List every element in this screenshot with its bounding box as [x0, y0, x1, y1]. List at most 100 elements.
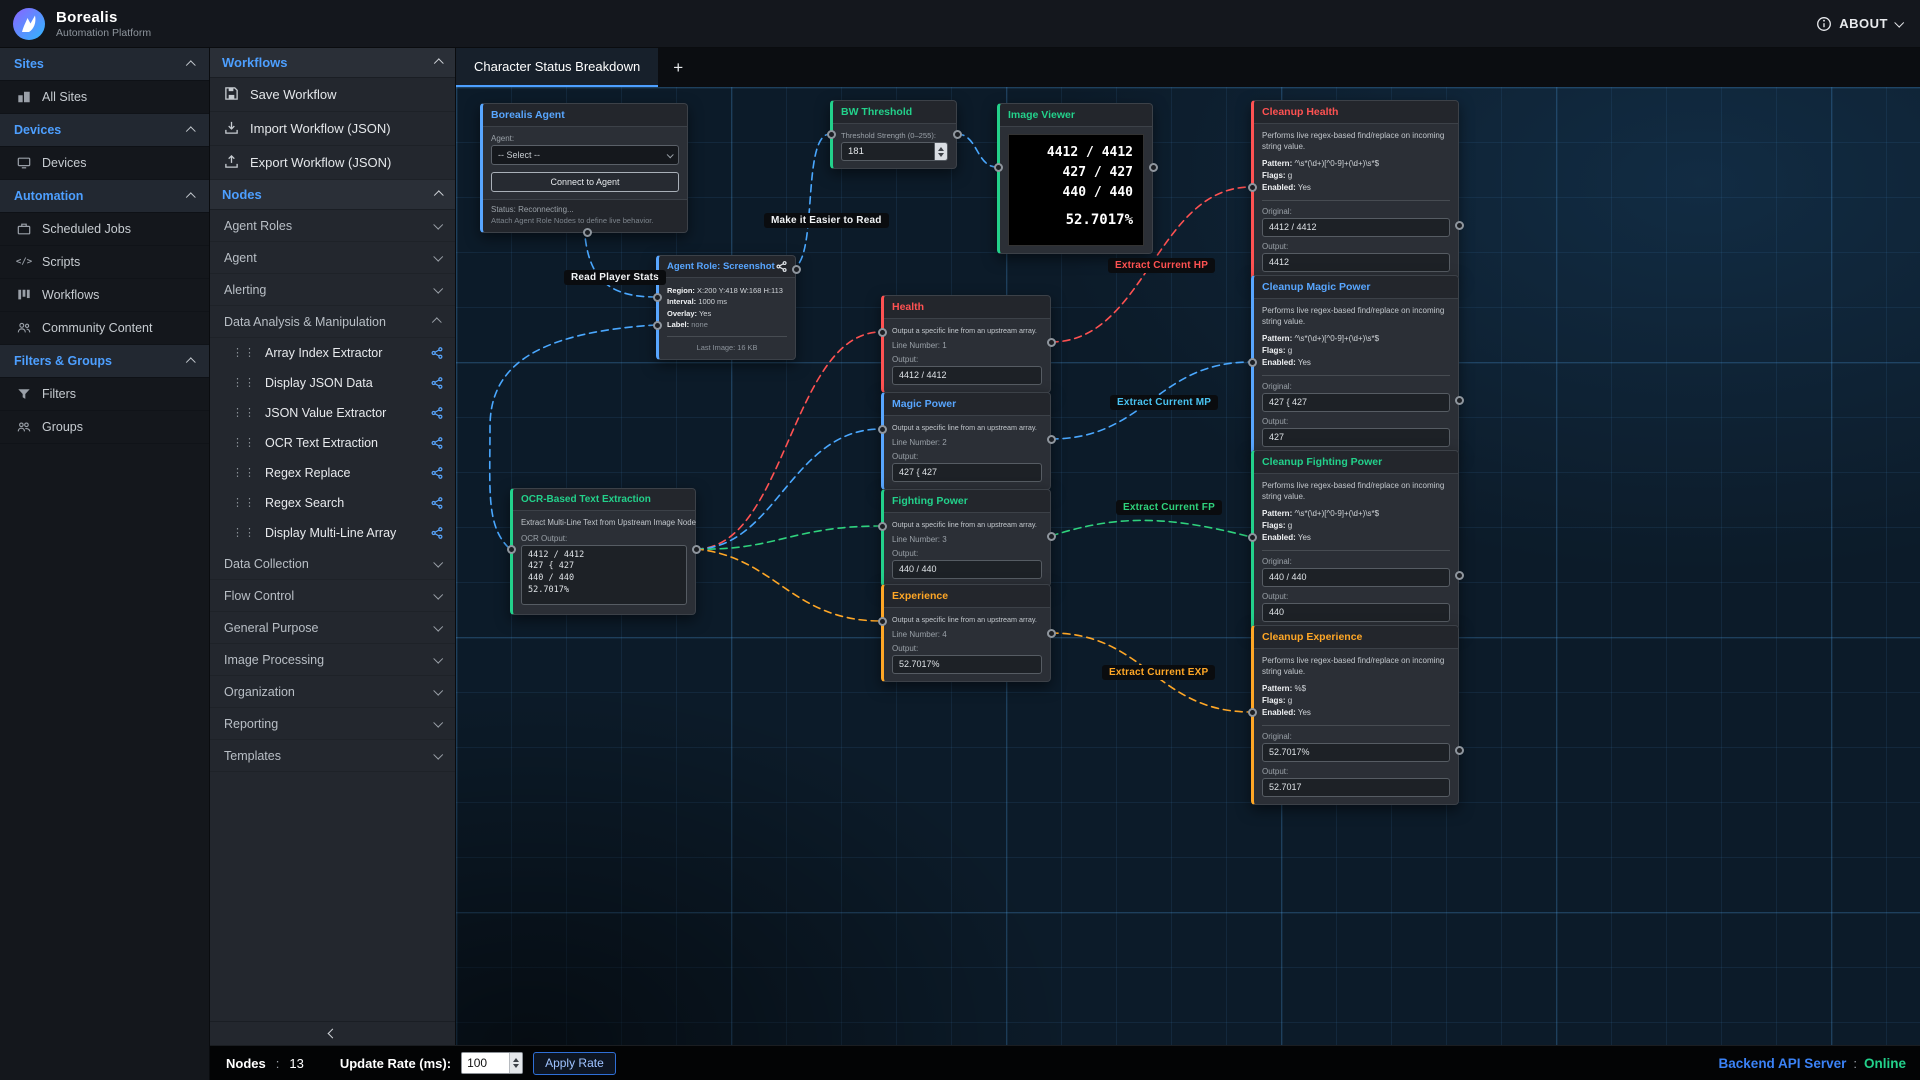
node-template-display-multi-line-array[interactable]: ⋮⋮ Display Multi-Line Array — [210, 518, 455, 548]
output-port[interactable] — [1149, 163, 1158, 172]
input-port[interactable] — [994, 163, 1003, 172]
sidebar-item-scheduled-jobs[interactable]: Scheduled Jobs — [0, 213, 209, 246]
input-port[interactable] — [1248, 708, 1257, 717]
output-port[interactable] — [792, 265, 801, 274]
output-field[interactable] — [892, 655, 1042, 674]
output-port[interactable] — [1455, 221, 1464, 230]
sidebar-item-community-content[interactable]: Community Content — [0, 312, 209, 345]
category-templates[interactable]: Templates — [210, 740, 455, 772]
node-cleanup-fighting-power[interactable]: Cleanup Fighting Power Performs live reg… — [1251, 450, 1459, 630]
category-image-processing[interactable]: Image Processing — [210, 644, 455, 676]
number-stepper[interactable] — [509, 1053, 522, 1073]
node-fighting-power[interactable]: Fighting Power Output a specific line fr… — [881, 489, 1051, 587]
node-ocr-text-extraction[interactable]: OCR-Based Text Extraction Extract Multi-… — [510, 488, 696, 615]
share-icon[interactable] — [776, 261, 787, 272]
import-workflow-button[interactable]: Import Workflow (JSON) — [210, 112, 455, 146]
output-port[interactable] — [1047, 435, 1056, 444]
output-field[interactable] — [892, 560, 1042, 579]
output-port[interactable] — [1455, 746, 1464, 755]
node-template-regex-replace[interactable]: ⋮⋮ Regex Replace — [210, 458, 455, 488]
node-cleanup-experience[interactable]: Cleanup Experience Performs live regex-b… — [1251, 625, 1459, 805]
output-field[interactable] — [892, 366, 1042, 385]
node-agent-role-screenshot[interactable]: Agent Role: Screenshot Region: X:200 Y:4… — [656, 255, 796, 360]
output-port[interactable] — [1047, 532, 1056, 541]
node-cleanup-health[interactable]: Cleanup Health Performs live regex-based… — [1251, 100, 1459, 280]
sidebar-item-devices[interactable]: Devices — [0, 147, 209, 180]
output-port[interactable] — [583, 228, 592, 237]
category-flow-control[interactable]: Flow Control — [210, 580, 455, 612]
output-field[interactable] — [892, 463, 1042, 482]
output-port[interactable] — [1047, 338, 1056, 347]
input-port[interactable] — [1248, 358, 1257, 367]
input-port[interactable] — [1248, 183, 1257, 192]
original-field[interactable] — [1262, 218, 1450, 237]
output-field[interactable] — [1262, 428, 1450, 447]
category-general-purpose[interactable]: General Purpose — [210, 612, 455, 644]
input-port[interactable] — [507, 545, 516, 554]
node-experience[interactable]: Experience Output a specific line from a… — [881, 584, 1051, 682]
node-bw-threshold[interactable]: BW Threshold Threshold Strength (0–255): — [830, 100, 957, 169]
node-template-ocr-text-extraction[interactable]: ⋮⋮ OCR Text Extraction — [210, 428, 455, 458]
node-borealis-agent[interactable]: Borealis Agent Agent: -- Select -- Conne… — [480, 103, 688, 233]
node-template-display-json-data[interactable]: ⋮⋮ Display JSON Data — [210, 368, 455, 398]
threshold-input[interactable] — [842, 143, 934, 160]
input-port[interactable] — [878, 425, 887, 434]
input-port[interactable] — [827, 130, 836, 139]
output-field[interactable] — [1262, 778, 1450, 797]
nav-section-automation[interactable]: Automation — [0, 180, 209, 213]
original-field[interactable] — [1262, 568, 1450, 587]
node-template-regex-search[interactable]: ⋮⋮ Regex Search — [210, 488, 455, 518]
workflow-canvas[interactable]: Borealis Agent Agent: -- Select -- Conne… — [456, 87, 1920, 1045]
output-port[interactable] — [1047, 629, 1056, 638]
output-port[interactable] — [1455, 396, 1464, 405]
category-reporting[interactable]: Reporting — [210, 708, 455, 740]
node-health[interactable]: Health Output a specific line from an up… — [881, 295, 1051, 393]
node-image-viewer[interactable]: Image Viewer 4412 / 4412 427 / 427 440 /… — [997, 103, 1153, 254]
output-port[interactable] — [1455, 571, 1464, 580]
category-data-collection[interactable]: Data Collection — [210, 548, 455, 580]
sidebar-item-workflows[interactable]: Workflows — [0, 279, 209, 312]
number-stepper[interactable] — [934, 143, 947, 160]
export-workflow-button[interactable]: Export Workflow (JSON) — [210, 146, 455, 180]
input-port[interactable] — [653, 293, 662, 302]
node-cleanup-magic-power[interactable]: Cleanup Magic Power Performs live regex-… — [1251, 275, 1459, 455]
output-port[interactable] — [692, 545, 701, 554]
input-port[interactable] — [878, 328, 887, 337]
add-tab-button[interactable]: + — [658, 48, 698, 87]
tab-character-status-breakdown[interactable]: Character Status Breakdown — [456, 48, 658, 87]
about-menu[interactable]: ABOUT — [1816, 16, 1902, 32]
node-template-json-value-extractor[interactable]: ⋮⋮ JSON Value Extractor — [210, 398, 455, 428]
sidebar-item-filters[interactable]: Filters — [0, 378, 209, 411]
category-alerting[interactable]: Alerting — [210, 274, 455, 306]
input-port[interactable] — [878, 522, 887, 531]
input-port[interactable] — [1248, 533, 1257, 542]
category-agent[interactable]: Agent — [210, 242, 455, 274]
input-port[interactable] — [878, 617, 887, 626]
original-field[interactable] — [1262, 393, 1450, 412]
nav-section-filters-groups[interactable]: Filters & Groups — [0, 345, 209, 378]
ocr-output-textarea[interactable]: 4412 / 4412 427 { 427 440 / 440 52.7017% — [521, 545, 687, 605]
output-port[interactable] — [953, 130, 962, 139]
connect-to-agent-button[interactable]: Connect to Agent — [491, 172, 679, 192]
category-data-analysis[interactable]: Data Analysis & Manipulation — [210, 306, 455, 338]
agent-select[interactable]: -- Select -- — [491, 145, 679, 165]
collapse-panel-button[interactable] — [210, 1021, 455, 1045]
node-template-array-index-extractor[interactable]: ⋮⋮ Array Index Extractor — [210, 338, 455, 368]
category-organization[interactable]: Organization — [210, 676, 455, 708]
nav-section-sites[interactable]: Sites — [0, 48, 209, 81]
sidebar-item-scripts[interactable]: </> Scripts — [0, 246, 209, 279]
workflows-panel-header[interactable]: Workflows — [210, 48, 455, 78]
output-field[interactable] — [1262, 253, 1450, 272]
node-magic-power[interactable]: Magic Power Output a specific line from … — [881, 392, 1051, 490]
nav-section-devices[interactable]: Devices — [0, 114, 209, 147]
nodes-panel-header[interactable]: Nodes — [210, 180, 455, 210]
sidebar-item-groups[interactable]: Groups — [0, 411, 209, 444]
sidebar-item-all-sites[interactable]: All Sites — [0, 81, 209, 114]
category-agent-roles[interactable]: Agent Roles — [210, 210, 455, 242]
original-field[interactable] — [1262, 743, 1450, 762]
update-rate-input[interactable] — [462, 1053, 509, 1073]
input-port[interactable] — [653, 321, 662, 330]
apply-rate-button[interactable]: Apply Rate — [533, 1052, 616, 1075]
output-field[interactable] — [1262, 603, 1450, 622]
save-workflow-button[interactable]: Save Workflow — [210, 78, 455, 112]
